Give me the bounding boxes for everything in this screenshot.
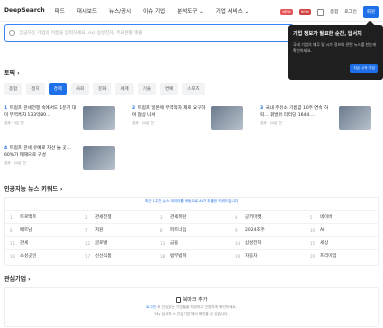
- chip-society[interactable]: 사회: [70, 83, 90, 95]
- pricing-link[interactable]: 종합: [330, 9, 338, 15]
- keyword-item[interactable]: 1 트로백트: [4, 210, 79, 223]
- new-badge-2[interactable]: NEW: [298, 9, 312, 15]
- new-badge[interactable]: NEW: [280, 9, 293, 15]
- chip-politics[interactable]: 정치: [26, 83, 45, 95]
- search-input[interactable]: 궁금하신 기업의 이름을 입력하세요. ex) 삼성전자, 주요현황 매출: [19, 30, 142, 36]
- news-thumbnail[interactable]: [83, 106, 115, 130]
- keyword-item[interactable]: 19 자동차: [229, 249, 304, 262]
- login-link-inline[interactable]: 로그인: [146, 305, 156, 309]
- topic-chips: 종합 정치 경제 사회 문화 세계 기술 연예 스포츠: [4, 83, 205, 95]
- login-link[interactable]: 로그인: [344, 9, 356, 15]
- popup-arrow: [365, 20, 375, 30]
- chip-sports[interactable]: 스포츠: [182, 83, 205, 95]
- popup-cta-button[interactable]: 지금 시작 가입: [350, 64, 378, 73]
- news-item[interactable]: 3 국내 주유소 기름값 10주 연속 하락… 휘발유 리터당 1644.… 경…: [260, 106, 371, 130]
- keyword-item[interactable]: 3 관세폭탄: [154, 210, 229, 223]
- keyword-item[interactable]: 9 2024조주: [229, 223, 304, 236]
- keyword-item[interactable]: 17 신선식품: [79, 249, 154, 262]
- news-item[interactable]: 1 트럼프 관세전쟁 속에서도 1분기 대미 무역흑자 133억80… 경제 ·…: [4, 106, 115, 130]
- news-text: 1 트럼프 관세전쟁 속에서도 1분기 대미 무역흑자 133억80… 경제 ·…: [4, 106, 79, 130]
- keyword-item[interactable]: 15 세상: [304, 236, 379, 249]
- nav-feed[interactable]: 피드: [55, 7, 65, 15]
- nav-analysis[interactable]: 분석도구 ⌄: [177, 7, 204, 15]
- keyword-item[interactable]: 18 법무법학: [154, 249, 229, 262]
- news-text: 4 트럼프 관세 유예로 자산 늘 곳… 60%가 제재으로 구성 경제 · 2…: [4, 146, 79, 170]
- chip-culture[interactable]: 문화: [93, 83, 112, 95]
- keyword-item[interactable]: 10 AI: [304, 223, 379, 236]
- keywords-title[interactable]: 인공지능 뉴스 키워드 ›: [4, 184, 62, 193]
- keyword-item[interactable]: 6 배트남: [4, 223, 79, 236]
- topics-title[interactable]: 토픽 ›: [4, 68, 20, 77]
- signup-button[interactable]: 회원: [362, 6, 379, 18]
- main-nav: 피드 대시보드 뉴스/공시 이슈 기업 분석도구 ⌄ 기업 서비스 ⌄: [55, 7, 249, 15]
- watchlist-desc: 로그인 후 관심있는 기업들을 저장하고 간편하게 확인하세요.: [146, 305, 237, 309]
- keyword-item[interactable]: 4 공키마켓: [229, 210, 304, 223]
- search-bar[interactable]: 궁금하신 기업의 이름을 입력하세요. ex) 삼성전자, 주요현황 매출: [4, 24, 294, 42]
- news-title[interactable]: 4 트럼프 관세 유예로 자산 늘 곳… 60%가 제재으로 구성: [4, 146, 79, 159]
- nav-news[interactable]: 뉴스/공시: [109, 7, 131, 15]
- logo[interactable]: DeepSearch: [4, 7, 45, 14]
- watchlist-desc-2: 'My 딥서치 > 관심기업'에서 확인할 수 있습니다.: [154, 312, 229, 316]
- keyword-item[interactable]: 20 프리미엄: [304, 249, 379, 262]
- keyword-item[interactable]: 12 글로벌: [79, 236, 154, 249]
- news-meta: 경제 · 24분 전: [4, 161, 26, 166]
- keyword-grid: 1 트로백트 2 관세전쟁 3 관세폭탄 4 공키마켓 5 네이버 6 배트남 7 지원 8퍼…: [4, 210, 379, 262]
- nav-dashboard[interactable]: 대시보드: [77, 7, 97, 15]
- chip-tech[interactable]: 기술: [137, 83, 156, 95]
- keyword-item[interactable]: 13 금융: [154, 236, 229, 249]
- news-text: 2 트럼프 일본에 무역적자 제로 요구하며 협상 나서 경제 · 24분 전: [132, 106, 207, 130]
- news-meta: 경제 · 3분 전: [4, 121, 24, 126]
- nav-issue[interactable]: 이슈 기업: [143, 7, 165, 15]
- promo-popup: 기업 정보가 필요한 순간, 딥서치 국내 기업의 재무 및 시가 정보와 관련…: [288, 20, 383, 80]
- news-item[interactable]: 2 트럼프 일본에 무역적자 제로 요구하며 협상 나서 경제 · 24분 전: [132, 106, 243, 130]
- search-icon: [9, 30, 15, 36]
- news-meta: 경제 · 24분 전: [260, 121, 282, 126]
- watchlist-panel: 북마크 추가 로그인 후 관심있는 기업들을 저장하고 간편하게 확인하세요. …: [4, 287, 379, 327]
- watchlist-title[interactable]: 관심기업 ›: [4, 274, 31, 283]
- news-title[interactable]: 2 트럼프 일본에 무역적자 제로 요구하며 협상 나서: [132, 106, 207, 119]
- keyword-item[interactable]: 5 네이버: [304, 210, 379, 223]
- keyword-item[interactable]: 2 관세전쟁: [79, 210, 154, 223]
- news-title[interactable]: 1 트럼프 관세전쟁 속에서도 1분기 대미 무역흑자 133억80…: [4, 106, 79, 119]
- news-thumbnail[interactable]: [83, 146, 115, 170]
- bookmark-icon: [175, 296, 181, 303]
- keyword-item[interactable]: 14 삼성전자: [229, 236, 304, 249]
- top-header: DeepSearch 피드 대시보드 뉴스/공시 이슈 기업 분석도구 ⌄ 기업…: [0, 0, 383, 22]
- news-thumbnail[interactable]: [211, 106, 243, 130]
- news-title[interactable]: 3 국내 주유소 기름값 10주 연속 하락… 휘발유 리터당 1644.…: [260, 106, 335, 119]
- chip-world[interactable]: 세계: [115, 83, 134, 95]
- news-item[interactable]: 4 트럼프 관세 유예로 자산 늘 곳… 60%가 제재으로 구성 경제 · 2…: [4, 146, 115, 170]
- chip-all[interactable]: 종합: [4, 83, 23, 95]
- chip-economy[interactable]: 경제: [48, 83, 67, 95]
- bookmark-add[interactable]: 북마크 추가: [5, 296, 378, 303]
- news-meta: 경제 · 24분 전: [132, 121, 154, 126]
- popup-title: 기업 정보가 필요한 순간, 딥서치: [293, 31, 362, 37]
- header-actions: NEW NEW 종합 로그인 회원: [280, 6, 379, 18]
- keyword-item[interactable]: 7 지원: [79, 223, 154, 236]
- nav-enterprise[interactable]: 기업 서비스 ⌄: [216, 7, 249, 15]
- news-thumbnail[interactable]: [339, 106, 371, 130]
- popup-desc: 국내 기업의 재무 및 시가 정보와 관련 뉴스를 한눈에 확인하세요.: [293, 42, 377, 53]
- keyword-item[interactable]: 16 소성곳인: [4, 249, 79, 262]
- bell-icon[interactable]: [317, 8, 325, 16]
- chip-entertainment[interactable]: 연예: [159, 83, 179, 95]
- keyword-item[interactable]: 11 관세: [4, 236, 79, 249]
- keyword-item[interactable]: 8 퍼트너십: [154, 223, 229, 236]
- keyword-note: 최근 1주간 뉴스 데이터를 바탕으로 AI가 추출한 키워드입니다: [144, 199, 239, 203]
- news-text: 3 국내 주유소 기름값 10주 연속 하락… 휘발유 리터당 1644.… 경…: [260, 106, 335, 130]
